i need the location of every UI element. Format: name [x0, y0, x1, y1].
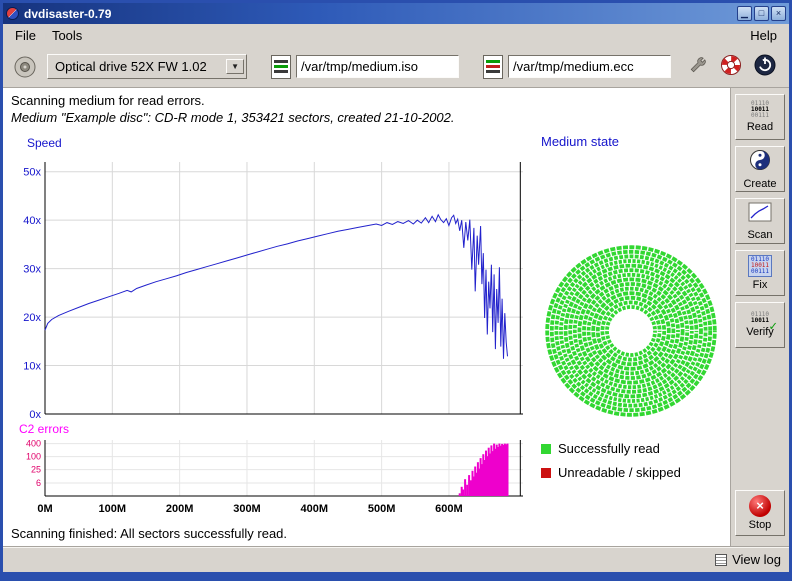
speed-and-c2-charts: 0x 10x 20x 30x 40x 50x Speed C2 errors 6 25 100 400… — [5, 134, 530, 524]
yinyang-icon — [749, 149, 771, 176]
success-swatch — [541, 444, 551, 454]
svg-text:100: 100 — [26, 452, 41, 462]
svg-text:0x: 0x — [29, 409, 41, 421]
minimize-button[interactable]: ▁ — [737, 6, 752, 21]
statusbar: View log — [3, 546, 789, 572]
svg-text:400: 400 — [26, 439, 41, 449]
scan-finished-status: Scanning finished: All sectors successfu… — [11, 526, 287, 541]
menu-file[interactable]: File — [7, 26, 44, 45]
svg-text:C2 errors: C2 errors — [19, 422, 69, 436]
ecc-path-input[interactable] — [508, 55, 671, 78]
main-panel: Scanning medium for read errors. Medium … — [3, 88, 731, 546]
create-label: Create — [743, 178, 776, 190]
menubar: File Tools Help — [3, 24, 789, 46]
image-path-input[interactable] — [296, 55, 459, 78]
stop-icon: × — [749, 495, 771, 517]
svg-text:10x: 10x — [23, 361, 41, 373]
disc-sector-map — [541, 241, 721, 421]
help-button[interactable] — [717, 53, 745, 81]
scan-button[interactable]: Scan — [735, 198, 785, 244]
svg-text:500M: 500M — [368, 503, 396, 515]
ecc-file-icon — [483, 55, 503, 79]
chevron-down-icon: ▼ — [226, 59, 244, 74]
fix-label: Fix — [753, 279, 768, 291]
log-icon — [715, 554, 727, 566]
legend-item-unreadable: Unreadable / skipped — [541, 465, 729, 480]
medium-state-panel: Medium state Successfully read Unreadabl… — [533, 134, 729, 489]
stop-label: Stop — [749, 519, 772, 531]
read-button[interactable]: 01110 10011 00111 Read — [735, 94, 785, 140]
medium-state-label: Medium state — [541, 134, 729, 149]
legend-unreadable-label: Unreadable / skipped — [558, 465, 681, 480]
legend-success-label: Successfully read — [558, 441, 660, 456]
unreadable-swatch — [541, 468, 551, 478]
svg-text:25: 25 — [31, 465, 41, 475]
action-status-text: Scanning medium for read errors. — [11, 93, 722, 108]
fix-button[interactable]: 01110 10011 00111 Fix — [735, 250, 785, 296]
svg-text:6: 6 — [36, 478, 41, 488]
scan-chart-icon — [748, 202, 772, 227]
fix-binary-icon: 01110 10011 00111 — [748, 255, 772, 277]
stop-button[interactable]: × Stop — [735, 490, 785, 536]
medium-info-text: Medium "Example disc": CD-R mode 1, 3534… — [11, 110, 722, 125]
window-title: dvdisaster-0.79 — [24, 7, 737, 21]
app-window: dvdisaster-0.79 ▁ □ × File Tools Help Op… — [0, 0, 792, 581]
svg-text:40x: 40x — [23, 215, 41, 227]
preferences-button[interactable] — [683, 53, 711, 81]
drive-icon — [13, 55, 37, 79]
close-button[interactable]: × — [771, 6, 786, 21]
legend-item-success: Successfully read — [541, 441, 729, 456]
scan-label: Scan — [747, 229, 772, 241]
view-log-label: View log — [732, 552, 781, 567]
view-log-button[interactable]: View log — [715, 552, 781, 567]
drive-select[interactable]: Optical drive 52X FW 1.02 ▼ — [47, 54, 247, 79]
svg-text:20x: 20x — [23, 312, 41, 324]
read-label: Read — [747, 121, 773, 133]
verify-button[interactable]: 01110 10011 ✓ Verify — [735, 302, 785, 348]
svg-text:200M: 200M — [166, 503, 194, 515]
power-icon — [754, 54, 776, 79]
action-sidebar: 01110 10011 00111 Read Create Scan — [731, 88, 789, 546]
svg-text:600M: 600M — [435, 503, 463, 515]
svg-text:0M: 0M — [37, 503, 52, 515]
titlebar[interactable]: dvdisaster-0.79 ▁ □ × — [3, 3, 789, 24]
menu-tools[interactable]: Tools — [44, 26, 90, 45]
legend: Successfully read Unreadable / skipped — [541, 441, 729, 480]
read-binary-icon: 01110 10011 00111 — [751, 101, 769, 119]
lifebuoy-icon — [720, 54, 742, 79]
svg-text:50x: 50x — [23, 167, 41, 179]
svg-text:400M: 400M — [301, 503, 329, 515]
quit-button[interactable] — [751, 53, 779, 81]
check-icon: ✓ — [769, 324, 777, 330]
menu-help[interactable]: Help — [742, 26, 785, 45]
image-file-icon — [271, 55, 291, 79]
app-icon — [6, 7, 19, 20]
svg-text:100M: 100M — [99, 503, 127, 515]
verify-icon: 01110 10011 ✓ — [751, 312, 769, 324]
svg-text:300M: 300M — [233, 503, 261, 515]
svg-text:30x: 30x — [23, 264, 41, 276]
maximize-button[interactable]: □ — [754, 6, 769, 21]
content-area: Scanning medium for read errors. Medium … — [3, 88, 789, 546]
wrench-icon — [687, 55, 707, 78]
create-button[interactable]: Create — [735, 146, 785, 192]
svg-text:Speed: Speed — [27, 136, 62, 150]
drive-select-value: Optical drive 52X FW 1.02 — [55, 59, 222, 74]
toolbar: Optical drive 52X FW 1.02 ▼ — [3, 46, 789, 88]
